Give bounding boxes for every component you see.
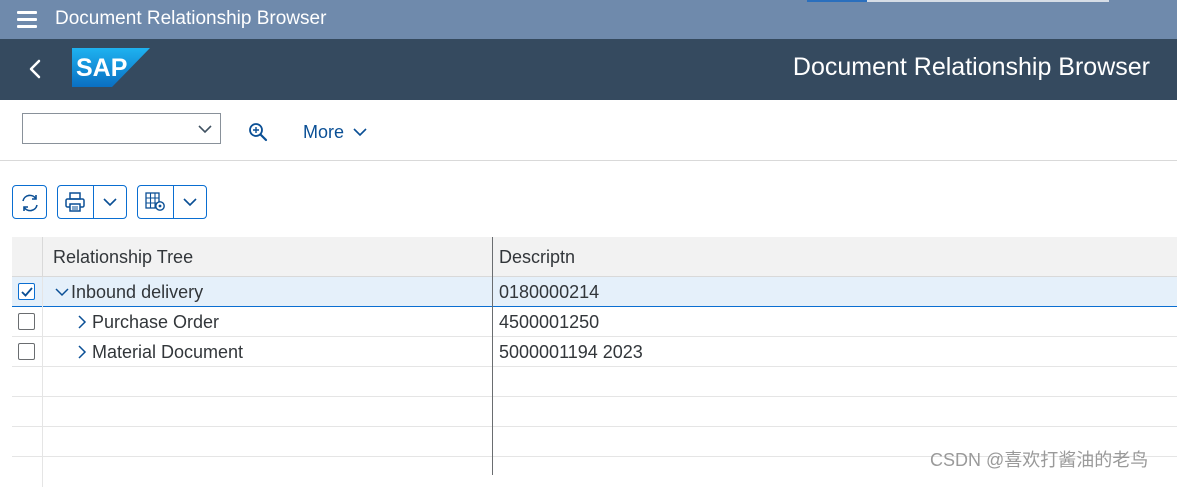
window-title: Document Relationship Browser (55, 8, 327, 29)
settings-dropdown-button[interactable] (173, 186, 206, 218)
table-row[interactable]: Purchase Order 4500001250 (12, 307, 1177, 337)
print-menu-button[interactable] (57, 185, 127, 219)
column-header-tree[interactable]: Relationship Tree (53, 247, 193, 268)
row-checkbox[interactable] (18, 283, 35, 300)
print-icon (65, 192, 85, 212)
more-label: More (303, 121, 345, 142)
more-button[interactable]: More (303, 120, 368, 144)
expand-icon[interactable] (74, 344, 90, 360)
empty-row (12, 397, 1177, 427)
refresh-button[interactable] (12, 185, 47, 219)
print-button[interactable] (58, 186, 93, 218)
app-title: Document Relationship Browser (792, 53, 1150, 81)
row-selector (12, 307, 43, 337)
description-cell: 5000001194 2023 (499, 342, 643, 362)
row-checkbox[interactable] (18, 313, 35, 330)
header-toolbar: More (0, 100, 1177, 161)
select-all-cell[interactable] (12, 237, 43, 277)
collapse-icon[interactable] (54, 284, 70, 300)
variant-select[interactable] (22, 113, 221, 144)
column-header-description[interactable]: Descriptn (499, 247, 575, 268)
title-bar-accent (807, 0, 867, 2)
chevron-down-icon (183, 198, 197, 207)
table-header: Relationship Tree Descriptn (12, 237, 1177, 277)
refresh-icon (22, 194, 38, 212)
chevron-down-icon (198, 125, 212, 134)
sap-logo[interactable]: SAP (72, 48, 150, 87)
print-dropdown-button[interactable] (93, 186, 126, 218)
table-settings-icon (145, 192, 166, 211)
back-icon[interactable] (22, 55, 50, 83)
tree-node-label[interactable]: Material Document (92, 342, 243, 363)
column-divider[interactable] (492, 237, 493, 475)
window-title-bar: Document Relationship Browser (0, 0, 1177, 39)
chevron-down-icon (353, 128, 367, 137)
tree-node-label[interactable]: Purchase Order (92, 312, 219, 333)
checkmark-icon (21, 287, 33, 297)
row-checkbox[interactable] (18, 343, 35, 360)
svg-text:SAP: SAP (76, 54, 127, 82)
zoom-icon[interactable] (246, 120, 270, 144)
table-row[interactable]: Material Document 5000001194 2023 (12, 337, 1177, 367)
row-selector (12, 277, 43, 307)
hamburger-icon[interactable] (17, 11, 39, 29)
table-settings-button[interactable] (138, 186, 173, 218)
tree-node-label[interactable]: Inbound delivery (71, 282, 203, 303)
watermark: CSDN @喜欢打酱油的老鸟 (930, 450, 1149, 470)
settings-menu-button[interactable] (137, 185, 207, 219)
row-selector (12, 337, 43, 367)
table-row[interactable]: Inbound delivery 0180000214 (12, 277, 1177, 307)
empty-row (12, 367, 1177, 397)
expand-icon[interactable] (74, 314, 90, 330)
shell-bar: SAP Document Relationship Browser (0, 39, 1177, 100)
relationship-table: Relationship Tree Descriptn Inbound deli… (12, 237, 1177, 487)
chevron-down-icon (103, 198, 117, 207)
description-cell: 0180000214 (499, 282, 600, 302)
description-cell: 4500001250 (499, 312, 600, 332)
title-bar-field (867, 0, 1109, 2)
